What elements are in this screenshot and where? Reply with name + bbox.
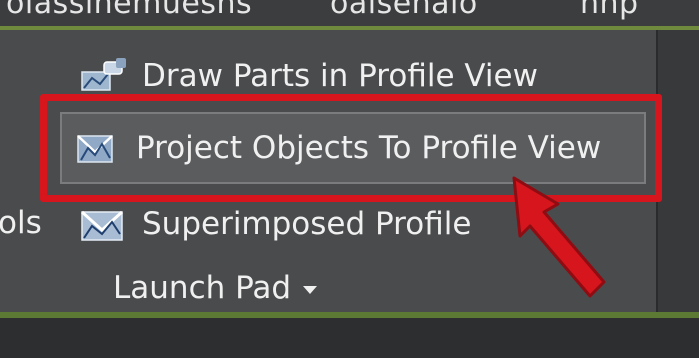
- panel-title-launch-pad[interactable]: Launch Pad: [113, 270, 318, 306]
- callout-arrow-icon: [512, 176, 606, 298]
- project-objects-label: Project Objects To Profile View: [136, 130, 602, 166]
- adjacent-panel: [658, 30, 699, 312]
- canvas-area: [0, 318, 699, 358]
- dropdown-caret-icon: [303, 286, 318, 294]
- panel-title-label: Launch Pad: [113, 270, 292, 306]
- draw-parts-label: Draw Parts in Profile View: [142, 58, 538, 94]
- cut-off-label: ols: [0, 205, 42, 241]
- draw-parts-icon: [81, 58, 126, 91]
- superimposed-profile-button[interactable]: Superimposed Profile: [78, 200, 471, 248]
- superimposed-profile-icon: [80, 210, 124, 241]
- ribbon-screenshot: oiassinemuesns oaisenaio nnp Draw Parts …: [0, 0, 699, 358]
- draw-parts-button[interactable]: Draw Parts in Profile View: [78, 52, 538, 100]
- tab-cut-1[interactable]: oiassinemuesns: [6, 0, 252, 21]
- tab-cut-3[interactable]: nnp: [580, 0, 639, 21]
- project-objects-button[interactable]: Project Objects To Profile View: [66, 118, 601, 178]
- ribbon-tab-strip: oiassinemuesns oaisenaio nnp: [0, 0, 699, 26]
- tab-cut-2[interactable]: oaisenaio: [330, 0, 478, 21]
- project-objects-icon: [77, 135, 113, 163]
- superimposed-profile-label: Superimposed Profile: [142, 206, 472, 242]
